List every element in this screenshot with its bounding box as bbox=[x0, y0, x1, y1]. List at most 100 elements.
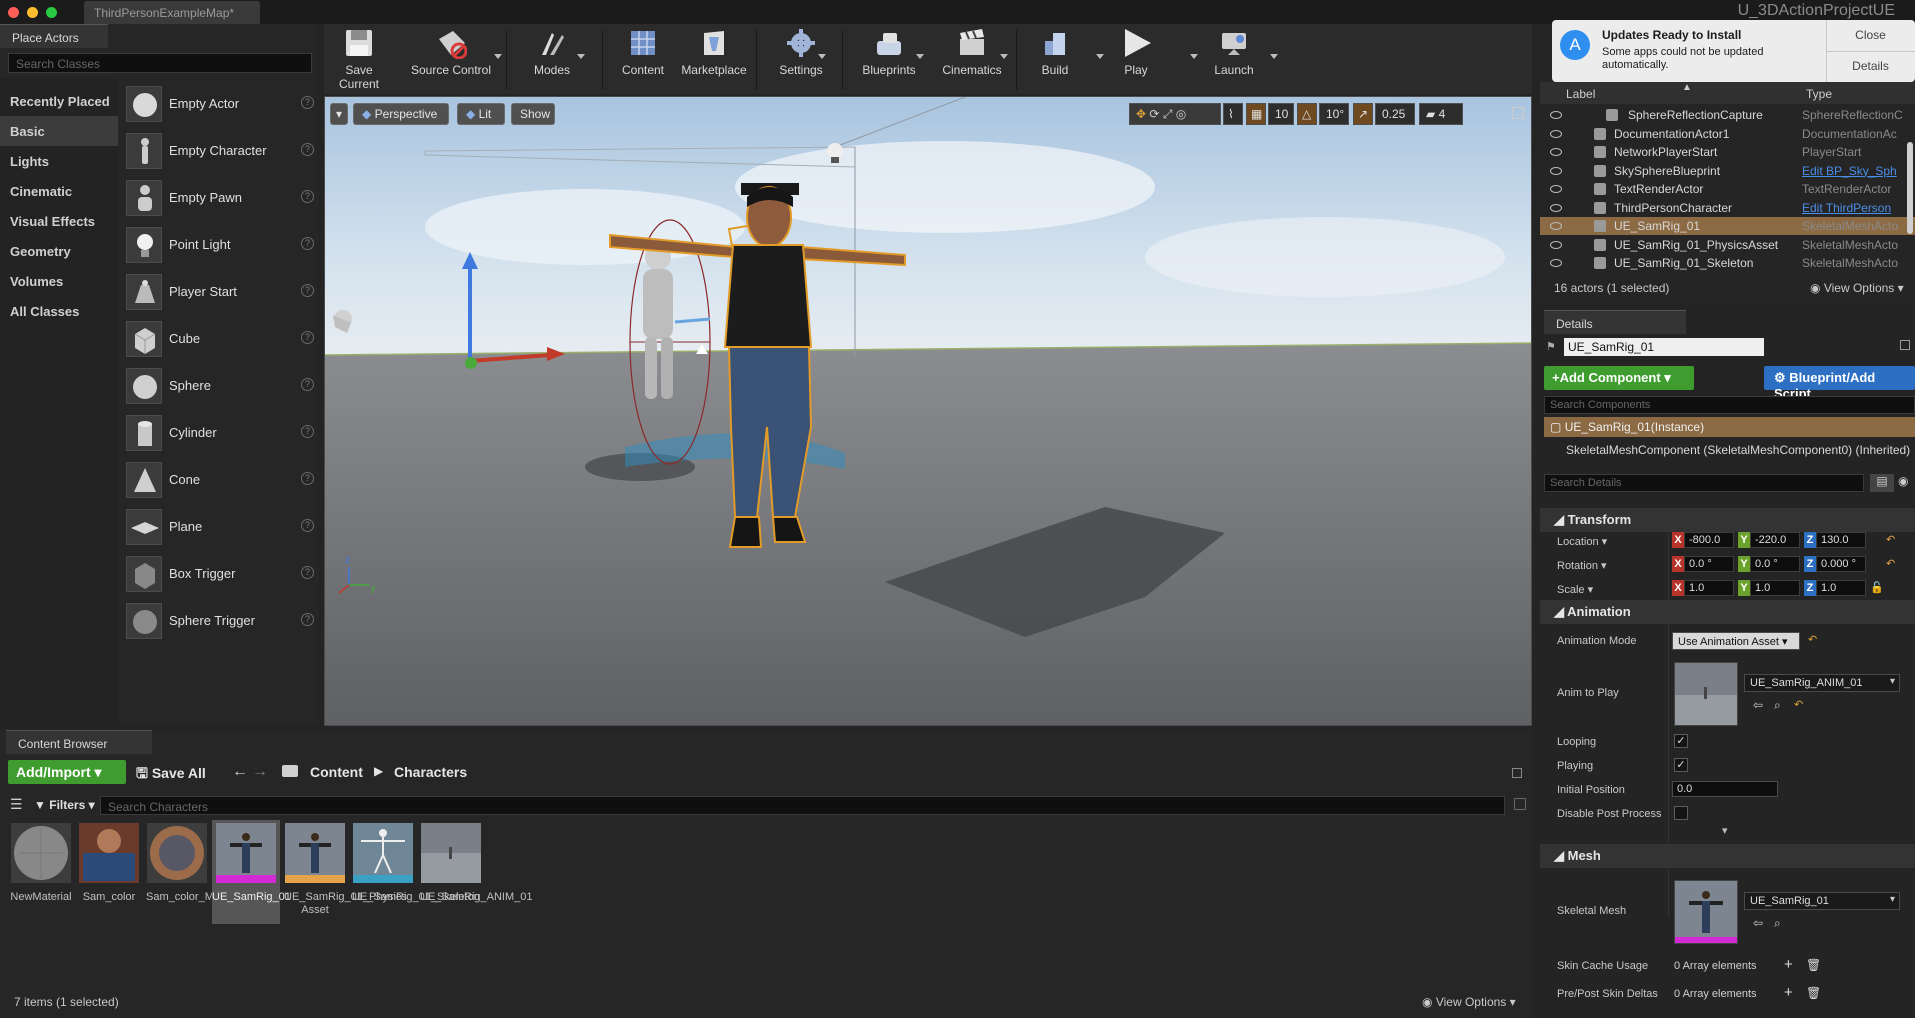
asset-ue-samrig-01-physics-asset[interactable]: UE_SamRig_01_Physics Asset bbox=[284, 823, 407, 917]
help-icon[interactable]: ? bbox=[301, 519, 314, 532]
actor-item-sphere[interactable]: Sphere ? bbox=[126, 364, 314, 411]
help-icon[interactable]: ? bbox=[301, 378, 314, 391]
settings-button[interactable]: Settings bbox=[766, 27, 836, 77]
asset-ue-samrig-01-skeleton[interactable]: UE_SamRig_01_Skeleton bbox=[352, 823, 480, 904]
actor-item-box-trigger[interactable]: Box Trigger ? bbox=[126, 552, 314, 599]
sources-toggle-icon[interactable]: ☰ bbox=[10, 796, 23, 813]
animation-mode-dropdown[interactable]: Use Animation Asset ▾ bbox=[1672, 632, 1800, 650]
location-z-field[interactable]: Z 130.0 bbox=[1804, 532, 1868, 548]
outliner-row[interactable]: TextRenderActor TextRenderActor bbox=[1540, 180, 1915, 198]
add-import-button[interactable]: Add/Import ▾ bbox=[8, 760, 126, 784]
visibility-eye-icon[interactable] bbox=[1550, 240, 1562, 249]
show-button[interactable]: Show bbox=[511, 103, 555, 125]
edit-blueprint-link[interactable]: Edit ThirdPerson bbox=[1802, 201, 1915, 215]
trash-icon[interactable]: 🗑 bbox=[1806, 986, 1821, 1000]
grid-snap-value[interactable]: 10 bbox=[1268, 103, 1294, 125]
perspective-button[interactable]: ◆ Perspective bbox=[353, 103, 449, 125]
outliner-row[interactable]: NetworkPlayerStart PlayerStart bbox=[1540, 143, 1915, 161]
content-view-options-button[interactable]: ◉ View Options ▾ bbox=[1422, 995, 1516, 1009]
help-icon[interactable]: ? bbox=[301, 425, 314, 438]
modes-dropdown-icon[interactable] bbox=[577, 54, 585, 59]
skeletal-mesh-component-row[interactable]: SkeletalMeshComponent (SkeletalMeshCompo… bbox=[1544, 440, 1915, 460]
scale-z-field[interactable]: Z 1.0 bbox=[1804, 580, 1868, 596]
play-dropdown-icon[interactable] bbox=[1190, 54, 1198, 59]
outliner-view-options-button[interactable]: ◉ View Options ▾ bbox=[1810, 281, 1904, 295]
launch-button[interactable]: Launch bbox=[1204, 27, 1264, 77]
category-cinematic[interactable]: Cinematic bbox=[0, 176, 118, 206]
actor-item-point-light[interactable]: Point Light ? bbox=[126, 223, 314, 270]
blueprints-button[interactable]: Blueprints bbox=[854, 27, 924, 77]
lit-button[interactable]: ◆ Lit bbox=[457, 103, 505, 125]
modes-button[interactable]: Modes bbox=[522, 27, 582, 77]
search-details-input[interactable]: Search Details bbox=[1544, 474, 1864, 492]
notification-close-button[interactable]: Close bbox=[1826, 28, 1915, 42]
source-control-dropdown-icon[interactable] bbox=[494, 54, 502, 59]
camera-speed-button[interactable]: ▰ 4 bbox=[1419, 103, 1463, 125]
use-selected-asset-icon[interactable]: ⇦ bbox=[1753, 698, 1763, 712]
use-selected-asset-icon[interactable]: ⇦ bbox=[1753, 916, 1763, 930]
browse-asset-icon[interactable]: ⌕ bbox=[1774, 916, 1781, 931]
component-instance-row[interactable]: ▢ UE_SamRig_01(Instance) bbox=[1544, 417, 1915, 437]
help-icon[interactable]: ? bbox=[301, 96, 314, 109]
blueprints-dropdown-icon[interactable] bbox=[916, 54, 924, 59]
outliner-row[interactable]: UE_SamRig_01_PhysicsAsset SkeletalMeshAct… bbox=[1540, 236, 1915, 254]
play-button[interactable]: Play bbox=[1110, 27, 1162, 77]
category-visual-effects[interactable]: Visual Effects bbox=[0, 206, 118, 236]
mesh-section-header[interactable]: ◢ Mesh bbox=[1540, 844, 1915, 868]
notification-details-button[interactable]: Details bbox=[1826, 59, 1915, 73]
add-component-button[interactable]: +Add Component ▾ bbox=[1544, 366, 1694, 390]
minimize-window-icon[interactable] bbox=[27, 7, 38, 18]
history-forward-button[interactable]: → bbox=[252, 763, 268, 781]
category-all-classes[interactable]: All Classes bbox=[0, 296, 118, 326]
history-back-button[interactable]: ← bbox=[232, 763, 248, 781]
settings-dropdown-icon[interactable] bbox=[818, 54, 826, 59]
outliner-row[interactable]: SkySphereBlueprint Edit BP_Sky_Sph bbox=[1540, 162, 1915, 180]
lock-icon[interactable] bbox=[1900, 340, 1910, 350]
rotation-y-field[interactable]: Y 0.0 ° bbox=[1738, 556, 1802, 572]
outliner-row[interactable]: UE_SamRig_01_Skeleton SkeletalMeshActo bbox=[1540, 254, 1915, 272]
scale-label[interactable]: Scale ▾ bbox=[1557, 583, 1593, 596]
outliner-row[interactable]: ThirdPersonCharacter Edit ThirdPerson bbox=[1540, 199, 1915, 217]
category-lights[interactable]: Lights bbox=[0, 146, 118, 176]
help-icon[interactable]: ? bbox=[301, 143, 314, 156]
asset-ue-samrig-anim-01[interactable]: UE_SamRig_ANIM_01 bbox=[420, 823, 533, 904]
search-characters-input[interactable]: Search Characters bbox=[100, 796, 1505, 815]
search-classes-input[interactable]: Search Classes bbox=[8, 53, 312, 73]
cinematics-button[interactable]: Cinematics bbox=[932, 27, 1012, 77]
outliner-row[interactable]: UE_SamRig_01 SkeletalMeshActo bbox=[1540, 217, 1915, 235]
rotation-snap-value[interactable]: 10° bbox=[1319, 103, 1349, 125]
visibility-eye-icon[interactable] bbox=[1550, 222, 1562, 230]
visibility-eye-icon[interactable] bbox=[1550, 166, 1562, 175]
visibility-filter-icon[interactable]: ◉ bbox=[1898, 474, 1915, 492]
actor-item-player-start[interactable]: Player Start ? bbox=[126, 270, 314, 317]
asset-sam-color[interactable]: Sam_color bbox=[78, 823, 140, 904]
help-icon[interactable]: ? bbox=[301, 237, 314, 250]
visibility-eye-icon[interactable] bbox=[1550, 185, 1562, 193]
outliner-row[interactable]: SphereReflectionCapture SphereReflectionC bbox=[1540, 106, 1915, 124]
filters-button[interactable]: ▼ Filters ▾ bbox=[34, 798, 95, 812]
asset-sam-color-mat[interactable]: Sam_color_Mat bbox=[146, 823, 223, 904]
scale-x-field[interactable]: X 1.0 bbox=[1672, 580, 1736, 596]
content-browser-tab[interactable]: Content Browser bbox=[6, 730, 152, 754]
visibility-eye-icon[interactable] bbox=[1550, 129, 1562, 138]
actor-item-plane[interactable]: Plane ? bbox=[126, 505, 314, 552]
help-icon[interactable]: ? bbox=[301, 331, 314, 344]
category-recently-placed[interactable]: Recently Placed bbox=[0, 86, 118, 116]
reset-anim-icon[interactable]: ↶ bbox=[1794, 698, 1803, 711]
playing-checkbox[interactable]: ✓ bbox=[1674, 758, 1688, 772]
property-matrix-icon[interactable]: ▤ bbox=[1870, 474, 1894, 492]
cinematics-dropdown-icon[interactable] bbox=[1000, 54, 1008, 59]
actor-item-empty-pawn[interactable]: Empty Pawn ? bbox=[126, 176, 314, 223]
visibility-eye-icon[interactable] bbox=[1550, 259, 1562, 267]
scale-y-field[interactable]: Y 1.0 bbox=[1738, 580, 1802, 596]
actor-item-cone[interactable]: Cone ? bbox=[126, 458, 314, 505]
actor-name-input[interactable]: UE_SamRig_01 bbox=[1564, 338, 1764, 356]
scale-snap-value[interactable]: 0.25 bbox=[1375, 103, 1415, 125]
transform-mode-buttons[interactable]: ✥ ⟳ ⤢ ◎ bbox=[1129, 103, 1221, 125]
add-element-icon[interactable]: + bbox=[1784, 984, 1793, 1001]
actor-item-cylinder[interactable]: Cylinder ? bbox=[126, 411, 314, 458]
visibility-eye-icon[interactable] bbox=[1550, 203, 1562, 212]
outliner-scrollbar[interactable] bbox=[1907, 142, 1913, 234]
actor-item-empty-character[interactable]: Empty Character ? bbox=[126, 129, 314, 176]
marketplace-button[interactable]: Marketplace bbox=[674, 27, 754, 77]
